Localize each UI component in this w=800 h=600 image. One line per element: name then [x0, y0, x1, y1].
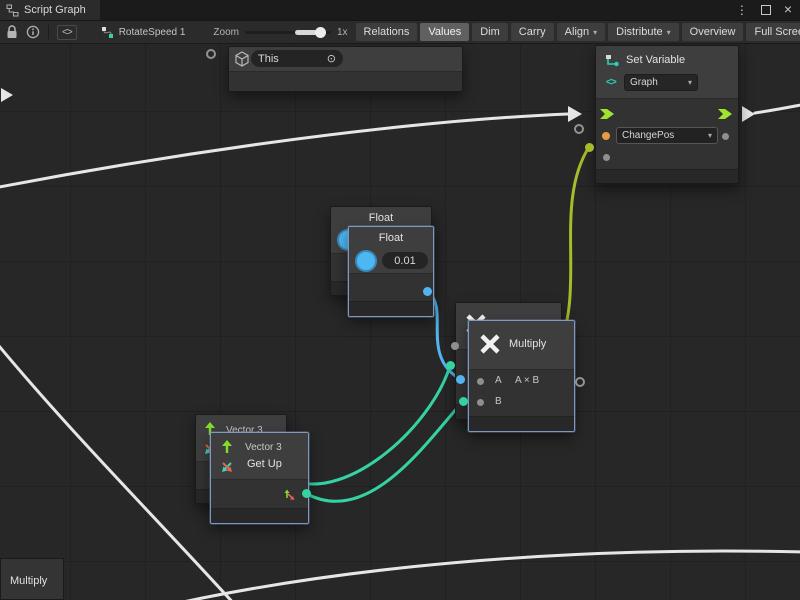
this-node-port-ring[interactable]	[206, 49, 216, 59]
multiply-input-b-port[interactable]	[459, 397, 468, 406]
float-output-port[interactable]	[423, 287, 432, 296]
set-variable-node[interactable]: Set Variable <> Graph ChangePos	[595, 45, 739, 184]
chevron-down-icon	[684, 77, 692, 88]
float-value: 0.01	[394, 255, 415, 267]
graph-asset-icon	[101, 26, 114, 39]
set-variable-footer	[596, 169, 738, 183]
chevron-down-icon	[704, 130, 712, 141]
variable-dropdown-value: ChangePos	[622, 130, 674, 141]
tab-script-graph[interactable]: Script Graph	[0, 0, 100, 20]
vector3-axes-icon	[219, 459, 235, 475]
flow-input-port[interactable]	[600, 108, 614, 120]
graph-toolbar: <> RotateSpeed 1 Zoom 1x Relations Value…	[0, 20, 800, 44]
info-icon[interactable]	[26, 25, 40, 39]
get-up-output-port[interactable]	[302, 489, 311, 498]
multiply-input-a-port[interactable]	[456, 375, 465, 384]
this-object-field[interactable]: This	[251, 50, 343, 67]
toolbar-button-overview[interactable]: Overview	[682, 23, 744, 41]
zoom-value: 1x	[337, 27, 348, 38]
value-output-port[interactable]	[722, 133, 729, 140]
multiply-input-a-label: A	[495, 375, 502, 386]
setvariable-wire-endpoint[interactable]	[585, 143, 594, 152]
close-icon[interactable]	[784, 1, 792, 19]
script-graph-icon	[6, 4, 19, 17]
maximize-icon[interactable]	[761, 5, 771, 15]
chevron-down-icon	[589, 26, 597, 38]
float-back-title: Float	[331, 212, 431, 224]
toolbar-buttons: Relations Values Dim Carry Align Distrib…	[356, 23, 800, 41]
get-up-title: Get Up	[247, 458, 282, 470]
toolbar-button-align[interactable]: Align	[557, 23, 605, 41]
toolbar-button-carry[interactable]: Carry	[511, 23, 554, 41]
toolbar-button-distribute[interactable]: Distribute	[608, 23, 678, 41]
scope-dropdown[interactable]: Graph	[624, 74, 698, 91]
value-input-port[interactable]	[603, 154, 610, 161]
toolbar-divider	[48, 25, 49, 39]
code-icon[interactable]: <>	[57, 25, 77, 40]
float-node[interactable]: Float 0.01	[348, 226, 434, 317]
scope-dropdown-value: Graph	[630, 77, 658, 88]
vector3-output-type-icon	[283, 488, 296, 501]
variable-dropdown[interactable]: ChangePos	[616, 127, 718, 144]
graph-asset[interactable]: RotateSpeed 1	[101, 26, 186, 39]
multiply-input-b-dot[interactable]	[477, 399, 484, 406]
toolbar-button-values[interactable]: Values	[420, 23, 469, 41]
multiply-icon	[478, 332, 502, 356]
tab-title: Script Graph	[24, 4, 86, 16]
window-controls	[736, 0, 792, 20]
this-node[interactable]: This	[228, 46, 463, 92]
graph-asset-name: RotateSpeed 1	[119, 27, 186, 38]
float-icon	[355, 250, 377, 272]
object-picker-icon[interactable]	[327, 52, 336, 65]
lock-icon[interactable]	[6, 25, 18, 39]
multiply-back-input-a-port[interactable]	[451, 342, 459, 350]
cube-icon	[234, 51, 250, 67]
multiply-input-a-dot[interactable]	[477, 378, 484, 385]
corner-multiply-title: Multiply	[10, 575, 47, 587]
graph-scope-icon: <>	[606, 77, 616, 88]
kebab-menu-icon[interactable]	[736, 1, 748, 19]
chevron-down-icon	[663, 26, 671, 38]
multiply-input-b-label: B	[495, 396, 502, 407]
tab-bar: Script Graph	[0, 0, 800, 20]
get-up-node[interactable]: Vector 3 Get Up	[210, 432, 309, 524]
zoom-slider[interactable]	[245, 31, 331, 34]
toolbar-button-dim[interactable]: Dim	[472, 23, 508, 41]
this-object-value: This	[258, 53, 279, 65]
get-up-type: Vector 3	[245, 442, 282, 453]
multiply-output-port-ring[interactable]	[575, 377, 585, 387]
flow-output-port[interactable]	[718, 108, 732, 120]
zoom-slider-fill	[295, 30, 317, 35]
set-variable-icon	[604, 53, 620, 69]
script-graph-window: This Set Variable <> Graph ChangePos	[0, 0, 800, 600]
zoom-slider-knob[interactable]	[315, 27, 326, 38]
toolbar-button-relations[interactable]: Relations	[356, 23, 418, 41]
zoom-label: Zoom	[213, 27, 239, 38]
multiply-output-label: A × B	[515, 375, 539, 386]
float-title: Float	[349, 232, 433, 244]
multiply-node[interactable]: Multiply A A × B B	[468, 320, 575, 432]
setvariable-left-ring[interactable]	[574, 124, 584, 134]
zoom-control: Zoom 1x	[213, 27, 347, 38]
multiply-title: Multiply	[509, 338, 546, 350]
get-up-icon	[219, 439, 235, 455]
set-variable-title: Set Variable	[626, 54, 685, 66]
float-value-field[interactable]: 0.01	[382, 252, 428, 269]
toolbar-button-fullscreen[interactable]: Full Screen	[746, 23, 800, 41]
corner-multiply-node[interactable]: Multiply	[0, 558, 64, 600]
variable-port[interactable]	[602, 132, 610, 140]
multiply-back-input-b-port[interactable]	[446, 361, 455, 370]
